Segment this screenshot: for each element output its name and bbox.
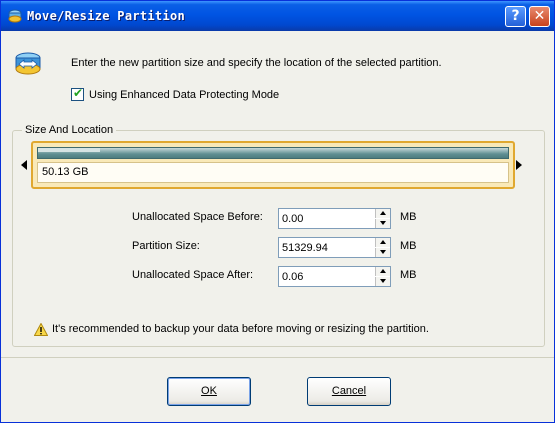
partition-app-icon bbox=[8, 9, 22, 23]
spin-down-button[interactable] bbox=[375, 248, 390, 257]
unallocated-after-input[interactable] bbox=[279, 267, 375, 286]
partition-block[interactable]: 50.13 GB bbox=[31, 141, 515, 189]
down-arrow-icon bbox=[380, 250, 386, 254]
right-handle-arrow-icon[interactable] bbox=[516, 160, 522, 170]
window-title: Move/Resize Partition bbox=[27, 9, 186, 23]
unallocated-before-input[interactable] bbox=[279, 209, 375, 228]
dialog-content: Enter the new partition size and specify… bbox=[1, 31, 554, 422]
partition-used-segment bbox=[38, 148, 100, 152]
up-arrow-icon bbox=[380, 240, 386, 244]
enhanced-mode-label[interactable]: Using Enhanced Data Protecting Mode bbox=[89, 89, 279, 101]
unit-label: MB bbox=[400, 269, 417, 281]
unallocated-after-label: Unallocated Space After: bbox=[132, 269, 254, 281]
down-arrow-icon bbox=[380, 279, 386, 283]
spin-up-button[interactable] bbox=[375, 209, 390, 218]
cancel-button[interactable]: Cancel bbox=[307, 377, 391, 406]
partition-size-spinner[interactable] bbox=[278, 237, 391, 258]
spin-down-button[interactable] bbox=[375, 277, 390, 286]
up-arrow-icon bbox=[380, 269, 386, 273]
warning-icon bbox=[34, 323, 48, 336]
partition-usage-bar bbox=[37, 147, 509, 159]
spin-up-button[interactable] bbox=[375, 238, 390, 247]
down-arrow-icon bbox=[380, 221, 386, 225]
spin-up-button[interactable] bbox=[375, 267, 390, 276]
warning-text: It's recommended to backup your data bef… bbox=[52, 323, 429, 335]
dialog-footer bbox=[1, 358, 554, 422]
partition-disk-icon bbox=[15, 52, 41, 75]
help-button[interactable]: ? bbox=[505, 6, 526, 27]
close-button[interactable]: ✕ bbox=[529, 6, 550, 27]
title-bar[interactable]: Move/Resize Partition ? ✕ bbox=[1, 1, 554, 31]
checkmark-icon: ✔ bbox=[73, 86, 84, 100]
unit-label: MB bbox=[400, 240, 417, 252]
partition-size-label: Partition Size: bbox=[132, 240, 200, 252]
left-handle-arrow-icon[interactable] bbox=[21, 160, 27, 170]
unallocated-before-spinner[interactable] bbox=[278, 208, 391, 229]
move-resize-dialog: Move/Resize Partition ? ✕ Enter the new … bbox=[0, 0, 555, 423]
ok-button-label: OK bbox=[201, 385, 217, 397]
spin-down-button[interactable] bbox=[375, 219, 390, 228]
size-location-legend: Size And Location bbox=[22, 124, 117, 136]
cancel-button-label: Cancel bbox=[331, 385, 367, 397]
unallocated-after-spinner[interactable] bbox=[278, 266, 391, 287]
unit-label: MB bbox=[400, 211, 417, 223]
unallocated-before-label: Unallocated Space Before: bbox=[132, 211, 263, 223]
partition-body: 50.13 GB bbox=[37, 162, 509, 183]
enhanced-mode-checkbox[interactable]: ✔ bbox=[71, 86, 84, 101]
up-arrow-icon bbox=[380, 211, 386, 215]
ok-button[interactable]: OK bbox=[167, 377, 251, 406]
partition-size-input[interactable] bbox=[279, 238, 375, 257]
partition-size-text: 50.13 GB bbox=[42, 166, 89, 178]
instruction-text: Enter the new partition size and specify… bbox=[71, 57, 442, 69]
